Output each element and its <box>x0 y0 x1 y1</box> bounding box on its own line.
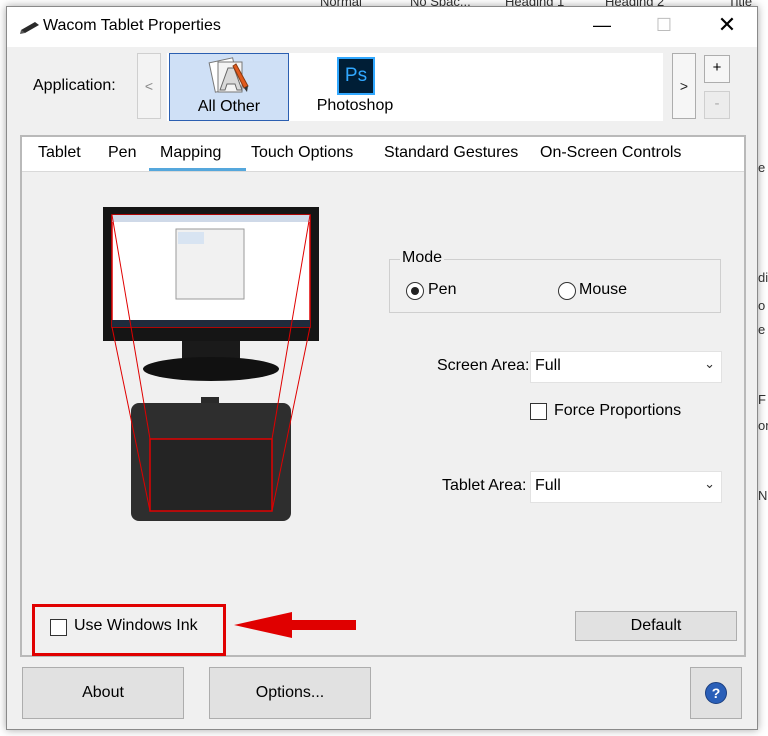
close-button[interactable]: ✕ <box>704 7 750 43</box>
red-arrow-annotation <box>234 612 356 638</box>
mouse-mode-radio[interactable] <box>558 282 576 300</box>
bg-doc-text: di <box>758 270 768 285</box>
tab-bar: Tablet Pen Mapping Touch Options Standar… <box>22 137 744 172</box>
minimize-button[interactable]: — <box>579 7 625 43</box>
tab-pen[interactable]: Pen <box>108 144 136 162</box>
window-title: Wacom Tablet Properties <box>43 17 221 34</box>
screen-area-label: Screen Area: <box>437 357 530 374</box>
photoshop-icon: Ps <box>337 57 375 95</box>
title-bar[interactable]: Wacom Tablet Properties — ☐ ✕ <box>7 7 757 47</box>
photoshop-icon-text: Ps <box>344 65 368 86</box>
mapping-illustration <box>103 207 319 521</box>
tab-touch-options[interactable]: Touch Options <box>251 144 353 162</box>
screen-area-select[interactable]: Full ⌄ <box>530 351 722 383</box>
application-list: All Other Ps Photoshop <box>167 53 663 121</box>
radio-selected-dot <box>411 287 419 295</box>
remove-application-button[interactable]: - <box>704 91 730 119</box>
tab-tablet[interactable]: Tablet <box>38 144 81 162</box>
help-button[interactable]: ? <box>690 667 742 719</box>
app-tile-all-other[interactable]: All Other <box>169 53 289 121</box>
app-scroll-left-button[interactable]: < <box>137 53 161 119</box>
app-tile-photoshop[interactable]: Ps Photoshop <box>295 53 415 119</box>
app-scroll-right-button[interactable]: > <box>672 53 696 119</box>
options-button[interactable]: Options... <box>209 667 371 719</box>
bg-doc-text: or <box>758 418 768 433</box>
tab-standard-gestures[interactable]: Standard Gestures <box>384 144 518 162</box>
wacom-properties-dialog: Wacom Tablet Properties — ☐ ✕ Applicatio… <box>6 6 758 730</box>
application-label: Application: <box>33 77 116 94</box>
pen-mode-radio[interactable] <box>406 282 424 300</box>
bg-doc-text: F <box>758 392 766 407</box>
mode-legend: Mode <box>400 249 445 267</box>
pen-mode-label[interactable]: Pen <box>428 281 456 299</box>
mouse-mode-label[interactable]: Mouse <box>579 281 627 299</box>
use-windows-ink-label[interactable]: Use Windows Ink <box>74 617 198 635</box>
tablet-area-value: Full <box>535 477 561 494</box>
help-glyph: ? <box>711 685 721 701</box>
wacom-pen-icon <box>20 22 39 34</box>
force-proportions-label[interactable]: Force Proportions <box>554 402 681 420</box>
screen-area-value: Full <box>535 357 561 374</box>
default-button[interactable]: Default <box>575 611 737 641</box>
bg-doc-text: N <box>758 488 768 503</box>
bg-doc-text: e <box>758 322 766 337</box>
tablet-area-select[interactable]: Full ⌄ <box>530 471 722 503</box>
tablet-area-label: Tablet Area: <box>442 477 527 494</box>
tab-mapping[interactable]: Mapping <box>160 144 221 162</box>
use-windows-ink-checkbox[interactable] <box>50 619 67 636</box>
all-other-apps-icon <box>208 57 249 93</box>
settings-panel: Tablet Pen Mapping Touch Options Standar… <box>20 135 746 657</box>
about-button[interactable]: About <box>22 667 184 719</box>
app-name: All Other <box>197 98 261 115</box>
bg-doc-text: e <box>758 160 766 175</box>
bg-doc-text: o <box>758 298 766 313</box>
app-name: Photoshop <box>316 97 394 114</box>
help-icon: ? <box>705 682 727 704</box>
active-tab-indicator <box>149 168 246 171</box>
add-application-button[interactable]: + <box>704 55 730 83</box>
tab-on-screen-controls[interactable]: On-Screen Controls <box>540 144 681 162</box>
force-proportions-checkbox[interactable] <box>530 403 547 420</box>
maximize-button[interactable]: ☐ <box>641 7 687 43</box>
chevron-down-icon: ⌄ <box>704 476 715 491</box>
chevron-down-icon: ⌄ <box>704 356 715 371</box>
